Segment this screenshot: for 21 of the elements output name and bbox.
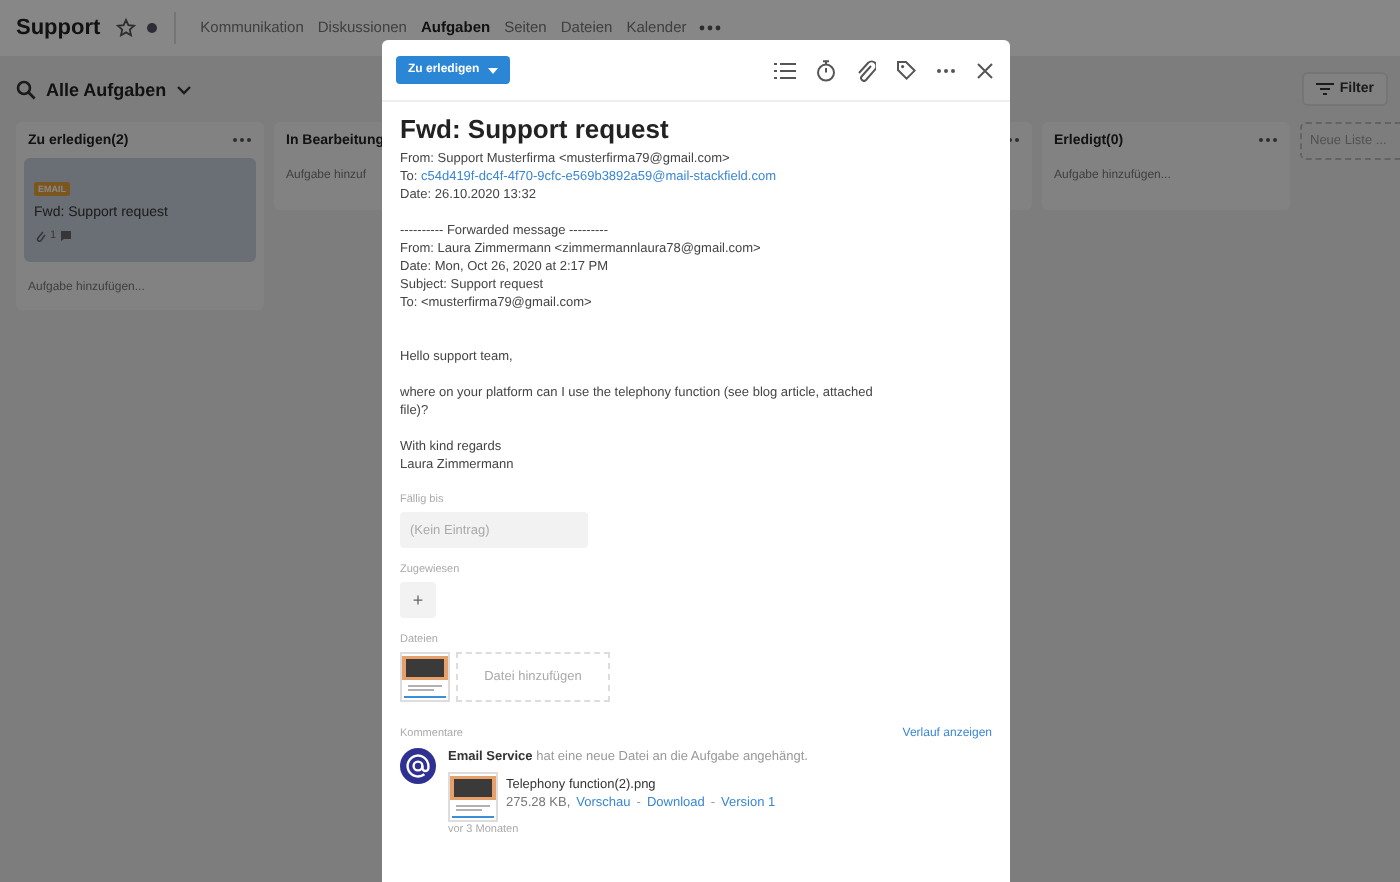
filter-icon xyxy=(1315,82,1334,96)
paperclip-icon[interactable] xyxy=(856,59,876,81)
tag-icon[interactable] xyxy=(896,60,916,80)
list-icon[interactable] xyxy=(774,61,796,79)
at-sign-icon xyxy=(400,748,436,784)
dot-icon xyxy=(146,22,159,34)
image-thumbnail-icon[interactable] xyxy=(400,652,450,702)
close-icon[interactable] xyxy=(976,61,994,79)
channel-title: Support xyxy=(16,16,101,40)
comment-icon xyxy=(60,229,73,241)
image-thumbnail-icon xyxy=(448,772,498,822)
task-title: Fwd: Support request xyxy=(400,114,671,146)
search-icon xyxy=(16,79,36,99)
stopwatch-icon[interactable] xyxy=(816,59,836,81)
more-icon[interactable] xyxy=(936,67,956,73)
paperclip-icon xyxy=(34,228,46,242)
star-icon[interactable] xyxy=(116,18,137,38)
view-selector[interactable]: Alle Aufgaben xyxy=(16,79,193,99)
caret-icon xyxy=(487,67,498,73)
chevron-icon xyxy=(176,83,193,95)
add-assignee-button[interactable]: + xyxy=(400,582,436,618)
